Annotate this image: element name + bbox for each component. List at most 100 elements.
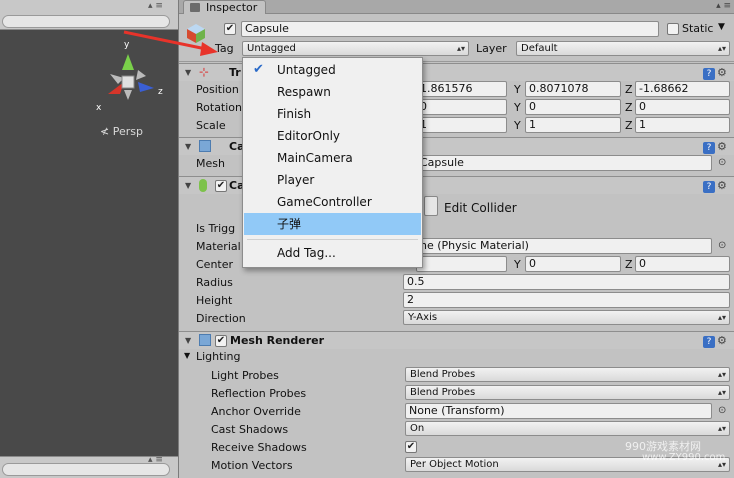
radius-field[interactable]: 0.5 xyxy=(403,274,730,290)
layer-dropdown[interactable]: Default ▴▾ xyxy=(516,41,730,56)
rotation-label: Rotation xyxy=(196,101,243,114)
dropdown-arrows-icon: ▴▾ xyxy=(717,370,726,379)
light-probes-label: Light Probes xyxy=(211,369,279,382)
persp-label[interactable]: ≮ Persp xyxy=(100,125,143,138)
menu-item-player[interactable]: Player xyxy=(244,169,421,191)
gameobject-header: ✔ Capsule Static ▼ Tag Untagged ▴▾ Layer… xyxy=(179,14,734,62)
window-menu-icons[interactable]: ▴ ≡ xyxy=(716,1,731,11)
help-icon[interactable]: ? xyxy=(703,336,715,348)
center-y-field[interactable]: 0 xyxy=(525,256,621,272)
object-picker-icon[interactable]: ⊙ xyxy=(718,405,726,416)
menu-item-add-tag[interactable]: Add Tag... xyxy=(244,242,421,264)
watermark-url: www.ZY990.com xyxy=(642,452,726,463)
anchor-override-label: Anchor Override xyxy=(211,405,301,418)
foldout-arrow-icon[interactable]: ▼ xyxy=(185,181,191,190)
tag-dropdown-menu: ✔ Untagged Respawn Finish EditorOnly Mai… xyxy=(242,57,423,268)
menu-item-bullet[interactable]: 子弹 xyxy=(244,213,421,235)
scene-view[interactable]: ▴ ≡ y x z ≮ Persp ▴ ≡ xyxy=(0,0,178,478)
lighting-label: Lighting xyxy=(196,350,241,363)
dropdown-arrows-icon: ▴▾ xyxy=(456,44,465,53)
scene-search-field[interactable] xyxy=(2,15,170,28)
help-icon[interactable]: ? xyxy=(703,68,715,80)
menu-item-finish[interactable]: Finish xyxy=(244,103,421,125)
mesh-grid-icon xyxy=(199,140,211,152)
light-probes-dropdown[interactable]: Blend Probes ▴▾ xyxy=(405,367,730,382)
scene-window-icons[interactable]: ▴ ≡ xyxy=(148,1,163,11)
reflection-probes-dropdown[interactable]: Blend Probes ▴▾ xyxy=(405,385,730,400)
persp-lines-icon: ≮ xyxy=(100,125,110,138)
dropdown-arrows-icon: ▴▾ xyxy=(717,313,726,322)
mesh-field[interactable]: Capsule xyxy=(416,155,712,171)
object-picker-icon[interactable]: ⊙ xyxy=(718,240,726,251)
cast-shadows-dropdown[interactable]: On ▴▾ xyxy=(405,421,730,436)
static-dropdown-arrow[interactable]: ▼ xyxy=(718,22,725,32)
receive-shadows-label: Receive Shadows xyxy=(211,441,307,454)
gizmo-neg-z-cone[interactable] xyxy=(136,70,146,80)
gear-icon[interactable]: ⚙ xyxy=(717,335,729,347)
object-name-field[interactable]: Capsule xyxy=(241,21,659,37)
gear-icon[interactable]: ⚙ xyxy=(717,180,729,192)
position-z-field[interactable]: -1.68662 xyxy=(635,81,730,97)
renderer-enabled-checkbox[interactable]: ✔ xyxy=(215,335,227,347)
menu-item-untagged[interactable]: ✔ Untagged xyxy=(244,59,421,81)
scale-x-field[interactable]: 1 xyxy=(416,117,507,133)
height-field[interactable]: 2 xyxy=(403,292,730,308)
dropdown-arrows-icon: ▴▾ xyxy=(717,44,726,53)
center-z-field[interactable]: 0 xyxy=(635,256,730,272)
is-trigger-label: Is Trigg xyxy=(196,222,236,235)
static-checkbox[interactable] xyxy=(667,23,679,35)
radius-label: Radius xyxy=(196,276,233,289)
tag-dropdown[interactable]: Untagged ▴▾ xyxy=(242,41,469,56)
material-label: Material xyxy=(196,240,241,253)
edit-collider-label: Edit Collider xyxy=(444,201,517,215)
direction-label: Direction xyxy=(196,312,246,325)
center-x-field[interactable] xyxy=(416,256,507,272)
foldout-arrow-icon[interactable]: ▼ xyxy=(185,68,191,77)
object-picker-icon[interactable]: ⊙ xyxy=(718,157,726,168)
transform-title: Tr xyxy=(229,66,241,79)
edit-collider-button[interactable] xyxy=(424,196,438,216)
material-field[interactable]: ne (Physic Material) xyxy=(416,238,712,254)
gizmo-center-cube[interactable] xyxy=(121,75,135,89)
lighting-foldout-icon[interactable]: ▼ xyxy=(184,351,190,360)
rotation-y-field[interactable]: 0 xyxy=(525,99,621,115)
menu-item-maincamera[interactable]: MainCamera xyxy=(244,147,421,169)
direction-dropdown[interactable]: Y-Axis ▴▾ xyxy=(403,310,730,325)
anchor-override-field[interactable]: None (Transform) xyxy=(405,403,712,419)
active-checkbox[interactable]: ✔ xyxy=(224,23,236,35)
scale-z-field[interactable]: 1 xyxy=(635,117,730,133)
menu-item-gamecontroller[interactable]: GameController xyxy=(244,191,421,213)
project-window-icons[interactable]: ▴ ≡ xyxy=(148,455,163,465)
receive-shadows-checkbox[interactable]: ✔ xyxy=(405,441,417,453)
layer-label: Layer xyxy=(476,42,507,55)
inspector-tab[interactable]: Inspector xyxy=(183,0,267,14)
gizmo-z-cone[interactable] xyxy=(138,82,154,92)
mesh-label: Mesh xyxy=(196,157,225,170)
help-icon[interactable]: ? xyxy=(703,181,715,193)
mesh-renderer-title: Mesh Renderer xyxy=(230,334,325,347)
foldout-arrow-icon[interactable]: ▼ xyxy=(185,336,191,345)
rotation-x-field[interactable]: 0 xyxy=(416,99,507,115)
gear-icon[interactable]: ⚙ xyxy=(717,67,729,79)
position-x-field[interactable]: 1.861576 xyxy=(416,81,507,97)
menu-separator xyxy=(247,239,418,240)
mesh-renderer-icon xyxy=(199,334,211,346)
menu-item-editoronly[interactable]: EditorOnly xyxy=(244,125,421,147)
scale-y-field[interactable]: 1 xyxy=(525,117,621,133)
center-y-label: Y xyxy=(514,258,521,271)
position-y-field[interactable]: 0.8071078 xyxy=(525,81,621,97)
rotation-z-field[interactable]: 0 xyxy=(635,99,730,115)
gear-icon[interactable]: ⚙ xyxy=(717,141,729,153)
foldout-arrow-icon[interactable]: ▼ xyxy=(185,142,191,151)
motion-vectors-label: Motion Vectors xyxy=(211,459,293,472)
project-search-field[interactable] xyxy=(2,463,170,476)
height-label: Height xyxy=(196,294,233,307)
help-icon[interactable]: ? xyxy=(703,142,715,154)
capsule-collider-icon xyxy=(199,179,207,192)
dropdown-arrows-icon: ▴▾ xyxy=(717,424,726,433)
position-y-label: Y xyxy=(514,83,521,96)
gizmo-neg-y-cone[interactable] xyxy=(124,90,132,100)
collider-enabled-checkbox[interactable]: ✔ xyxy=(215,180,227,192)
menu-item-respawn[interactable]: Respawn xyxy=(244,81,421,103)
mesh-renderer-header[interactable]: ▼ ✔ Mesh Renderer ? ⚙ xyxy=(179,331,734,349)
